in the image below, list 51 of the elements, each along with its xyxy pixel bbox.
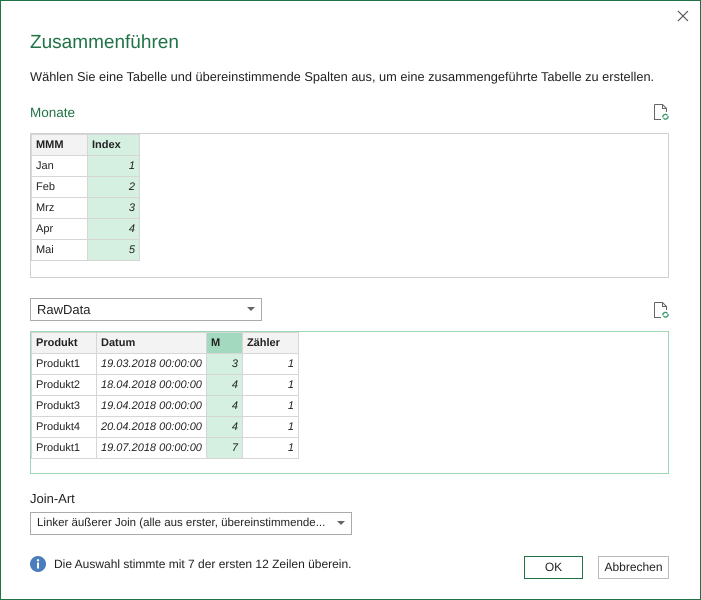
table-cell: 19.03.2018 00:00:00 — [96, 354, 206, 375]
table-cell: 19.04.2018 00:00:00 — [96, 396, 206, 417]
table-cell: Produkt1 — [32, 354, 96, 375]
description-text: Wählen Sie eine Tabelle und übereinstimmende Spalten aus, um eine zusammengeführte Tabelle zu erstellen. — [30, 68, 654, 86]
column-header[interactable]: Datum — [96, 332, 206, 354]
column-header[interactable]: Index — [88, 134, 140, 156]
table-name: Monate — [30, 104, 76, 122]
table-cell: 7 — [206, 438, 242, 459]
table-cell: 4 — [206, 396, 242, 417]
table-cell: Apr — [32, 218, 88, 240]
match-info-text: Die Auswahl stimmte mit 7 der ersten 12 Zeilen überein. — [54, 556, 352, 573]
dialog-title: Zusammenführen — [30, 31, 179, 55]
column-header[interactable]: MMM — [32, 134, 88, 156]
table-cell: Produkt3 — [32, 396, 96, 417]
join-type-label: Join-Art — [30, 490, 75, 508]
refresh-icon[interactable] — [653, 300, 669, 319]
table-cell: 1 — [242, 438, 298, 459]
table-cell: Produkt4 — [32, 416, 96, 438]
table-cell: 5 — [88, 240, 140, 261]
column-header[interactable]: Produkt — [32, 332, 96, 354]
caret-icon — [247, 307, 255, 312]
table-cell: 4 — [88, 218, 140, 240]
column-header[interactable]: M — [206, 332, 242, 354]
join-type-dropdown[interactable]: Linker äußerer Join (alle aus erster, übereinstimmende... — [30, 512, 352, 535]
table-cell: Produkt2 — [32, 374, 96, 396]
table-cell: Mai — [32, 240, 88, 261]
table-cell: 19.07.2018 00:00:00 — [96, 438, 206, 459]
table-cell: Mrz — [32, 198, 88, 219]
close-icon — [677, 10, 689, 22]
table-cell: Jan — [32, 156, 88, 177]
table-cell: 1 — [242, 374, 298, 396]
refresh-icon[interactable] — [653, 103, 669, 122]
column-header[interactable]: Zähler — [242, 332, 298, 354]
table-cell: Feb — [32, 176, 88, 198]
table-cell: 3 — [206, 354, 242, 375]
table-cell: 18.04.2018 00:00:00 — [96, 374, 206, 396]
table-cell: 1 — [88, 156, 140, 177]
table-cell: 3 — [88, 198, 140, 219]
cancel-button[interactable]: Abbrechen — [598, 556, 669, 579]
table-cell: 4 — [206, 374, 242, 396]
table-cell: 1 — [242, 416, 298, 438]
table-dropdown[interactable]: RawData — [30, 298, 262, 322]
table-cell: Produkt1 — [32, 438, 96, 459]
table-cell: 4 — [206, 416, 242, 438]
info-icon — [30, 556, 46, 572]
table-cell: 2 — [88, 176, 140, 198]
table-cell: 20.04.2018 00:00:00 — [96, 416, 206, 438]
table-cell: 1 — [242, 354, 298, 375]
table-cell: 1 — [242, 396, 298, 417]
ok-button[interactable]: OK — [524, 556, 583, 579]
caret-icon — [337, 520, 345, 526]
